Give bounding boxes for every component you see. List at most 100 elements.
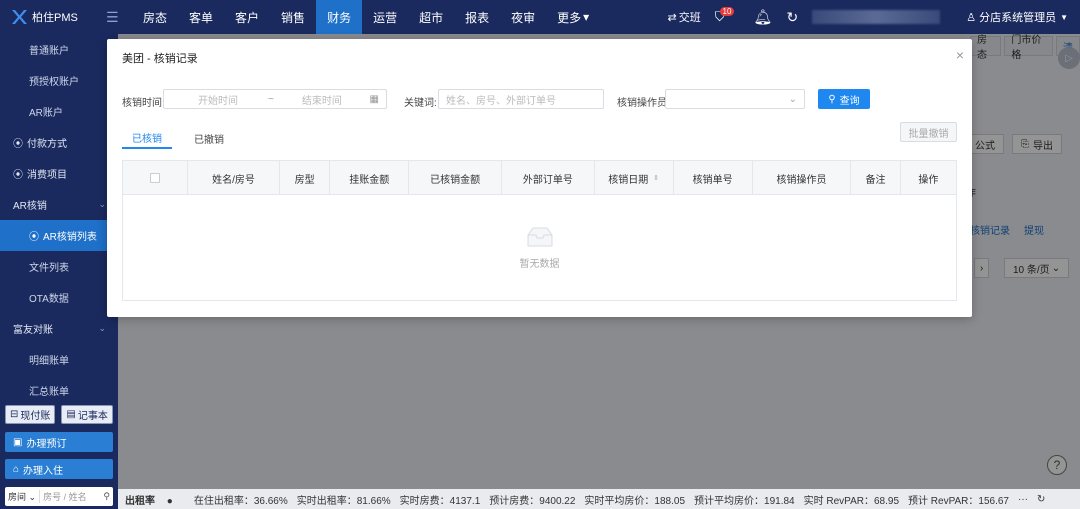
nav-item-9[interactable]: 更多 ▾ <box>546 0 600 34</box>
start-date-input[interactable]: 开始时间 <box>198 92 238 107</box>
sidebar: 普通账户 预授权账户 AR账户 ⦿ 付款方式 ⦿ 消费项目 AR核销 ⌄ ⦿ AR核销列表 文件列表 O… <box>0 34 118 509</box>
user-menu[interactable]: ♙ 分店系统管理员 ▼ <box>966 9 1068 25</box>
refresh-icon[interactable]: ↻ <box>1037 494 1045 505</box>
nav-item-8[interactable]: 夜审 <box>500 0 546 34</box>
end-date-input[interactable]: 结束时间 <box>302 92 342 107</box>
empty-text: 暂无数据 <box>519 259 560 270</box>
chevron-down-icon: ⌄ <box>98 323 106 333</box>
column-header-3: 已核销金额 <box>409 161 502 195</box>
more-icon[interactable]: ··· <box>1018 494 1028 505</box>
column-header-2: 挂账金额 <box>330 161 410 195</box>
sidebar-item-7[interactable]: 文件列表 <box>0 251 118 282</box>
sidebar-item-9[interactable]: 富友对账 ⌄ <box>0 313 118 344</box>
verify-time-label: 核销时间: <box>122 98 165 109</box>
bell-icon[interactable]: 🔔︎ <box>753 8 772 26</box>
room-type-select[interactable]: 房间 ⌄ <box>5 490 41 503</box>
sidebar-item-8[interactable]: OTA数据 <box>0 282 118 313</box>
column-header-0: 姓名/房号 <box>188 161 280 195</box>
nav-item-1[interactable]: 客单 <box>178 0 224 34</box>
chevron-down-icon: ⌄ <box>788 93 797 105</box>
app-logo[interactable]: 柏住PMS <box>0 0 118 34</box>
handover-button[interactable]: ⇄ 交班 <box>668 9 701 25</box>
circle-icon: ⦿ <box>13 139 23 150</box>
info-icon[interactable]: ● <box>167 496 173 507</box>
select-all-cell <box>123 161 189 195</box>
circle-icon: ⦿ <box>13 170 23 181</box>
refresh-icon[interactable]: ↻ <box>786 9 798 26</box>
batch-cancel-button[interactable]: 批量撤销 <box>900 122 957 142</box>
sort-icon[interactable]: ⇕ <box>653 174 659 182</box>
home-icon: ⌂ <box>13 463 20 475</box>
column-header-9: 操作 <box>918 174 939 186</box>
select-all-checkbox[interactable] <box>150 173 161 183</box>
record-tabs: 已核销 已撤销 <box>122 127 246 149</box>
sidebar-item-4[interactable]: ⦿ 消费项目 <box>0 158 118 189</box>
empty-state: 暂无数据 <box>123 195 956 300</box>
booking-button[interactable]: ▣ 办理预订 <box>5 432 113 452</box>
sidebar-item-6[interactable]: ⦿ AR核销列表 <box>0 220 118 251</box>
nav-item-3[interactable]: 销售 <box>270 0 316 34</box>
nav-item-7[interactable]: 报表 <box>454 0 500 34</box>
close-icon[interactable]: × <box>956 47 964 63</box>
caret-down-icon: ▾ <box>583 10 590 24</box>
tab-cancelled[interactable]: 已撤销 <box>184 127 234 149</box>
booking-icon: ▣ <box>13 436 23 448</box>
date-range-picker[interactable]: 开始时间 ~ 结束时间 ▦ <box>163 89 387 109</box>
search-button[interactable]: ⚲ 查询 <box>818 89 870 109</box>
status-stat-2: 实时房费：4137.1 <box>399 495 481 507</box>
empty-box-icon <box>527 227 552 247</box>
occupancy-label: 出租率 ● <box>125 495 173 507</box>
top-navbar: 柏住PMS ☰ 房态 客单 客户 销售 财务 运营 超市 报表 夜审 更多 ▾ ⇄ 交班 ⛉ 10 … <box>0 0 1080 34</box>
search-icon[interactable]: ⚲ <box>103 491 110 502</box>
column-header-7: 核销操作员 <box>753 161 852 195</box>
keyword-label: 关键词: <box>404 98 437 109</box>
sidebar-item-5[interactable]: AR核销 ⌄ <box>0 189 118 220</box>
notification-badge: 10 <box>719 6 735 16</box>
nav-item-6[interactable]: 超市 <box>408 0 454 34</box>
nav-item-2[interactable]: 客户 <box>224 0 270 34</box>
column-header-5[interactable]: 核销日期 ⇕ <box>595 161 674 195</box>
nav-item-4[interactable]: 财务 <box>316 0 363 34</box>
sidebar-item-10[interactable]: 明细账单 <box>0 344 118 375</box>
status-stat-0: 在住出租率：36.66% <box>193 495 288 507</box>
menu-toggle-icon[interactable]: ☰ <box>106 9 126 26</box>
handover-icon: ⇄ <box>667 11 677 24</box>
status-stat-4: 实时平均房价：188.05 <box>584 495 686 507</box>
caret-down-icon: ▼ <box>1060 12 1068 22</box>
room-search-input[interactable]: 房号 / 姓名 <box>40 490 87 503</box>
status-stat-7: 预计 RevPAR：156.67 <box>908 495 1009 507</box>
sidebar-item-11[interactable]: 汇总账单 <box>0 375 118 406</box>
verify-record-modal: 美团 - 核销记录 × 核销时间: 开始时间 ~ 结束时间 ▦ 关键词: 姓名、… <box>107 39 972 317</box>
notification-button[interactable]: ⛉ 10 <box>715 6 740 25</box>
redacted-info <box>812 10 941 24</box>
nav-item-5[interactable]: 运营 <box>362 0 408 34</box>
cash-account-button[interactable]: ⊟ 现付账 <box>5 405 56 424</box>
sidebar-item-1[interactable]: 预授权账户 <box>0 65 118 96</box>
search-icon: ⚲ <box>828 93 836 105</box>
sidebar-item-3[interactable]: ⦿ 付款方式 <box>0 127 118 158</box>
status-stat-1: 实时出租率：81.66% <box>296 495 391 507</box>
calendar-icon: ▦ <box>369 93 379 105</box>
keyword-input[interactable]: 姓名、房号、外部订单号 <box>438 89 604 109</box>
logo-text: 柏住PMS <box>32 12 78 24</box>
column-header-1: 房型 <box>280 161 331 195</box>
range-separator: ~ <box>268 93 274 105</box>
note-icon: ▤ <box>66 409 76 420</box>
column-header-4: 外部订单号 <box>502 161 595 195</box>
checkin-button[interactable]: ⌂ 办理入住 <box>5 459 113 479</box>
sidebar-item-2[interactable]: AR账户 <box>0 96 118 127</box>
column-header-6: 核销单号 <box>674 161 753 195</box>
status-stat-3: 预计房费：9400.22 <box>489 495 576 507</box>
notepad-button[interactable]: ▤ 记事本 <box>61 405 113 424</box>
operator-select[interactable]: ⌄ <box>665 89 805 109</box>
operator-label: 核销操作员 <box>617 98 667 109</box>
tab-verified[interactable]: 已核销 <box>122 127 172 149</box>
circle-icon: ⦿ <box>29 232 39 243</box>
logo-icon <box>12 10 27 24</box>
status-stat-5: 预计平均房价：191.84 <box>694 495 795 507</box>
table-header: 姓名/房号 房型 挂账金额 已核销金额 外部订单号 核销日期 ⇕ 核销单号 核销操作员 备注 操作 <box>123 161 956 195</box>
user-icon: ♙ <box>966 11 977 24</box>
verify-record-table: 姓名/房号 房型 挂账金额 已核销金额 外部订单号 核销日期 ⇕ 核销单号 核销操作员 备注 操作 … <box>122 160 957 301</box>
sidebar-item-0[interactable]: 普通账户 <box>0 34 118 65</box>
nav-item-0[interactable]: 房态 <box>132 0 178 34</box>
